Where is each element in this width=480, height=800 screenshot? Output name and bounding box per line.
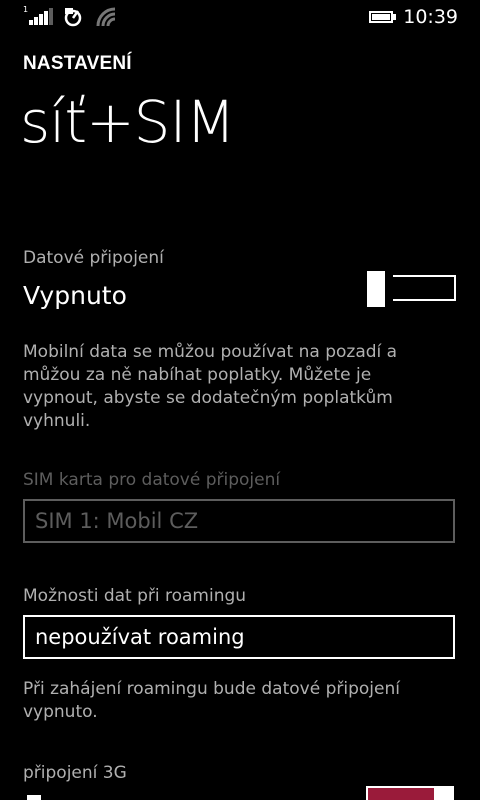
roaming-picker[interactable]: nepoužívat roaming xyxy=(23,615,455,659)
sim-number: 1 xyxy=(23,5,29,14)
toggle-track xyxy=(366,786,436,800)
sim-card-picker: SIM 1: Mobil CZ xyxy=(23,499,455,543)
status-bar: 1 10:39 xyxy=(0,0,480,34)
roaming-description: Při zahájení roamingu bude datové připoj… xyxy=(23,679,400,722)
data-connection-toggle[interactable] xyxy=(367,271,457,307)
settings-screen: 1 10:39 NASTAVENÍ síť+SIM Datové připoje… xyxy=(0,0,480,800)
connection-3g-value-hint xyxy=(27,795,41,800)
roaming-label: Možnosti dat při roamingu xyxy=(23,586,247,606)
connection-3g-label: připojení 3G xyxy=(23,763,127,783)
data-connection-description: Mobilní data se můžou používat na pozadí… xyxy=(23,342,398,431)
data-connection-icon xyxy=(62,6,86,28)
toggle-thumb xyxy=(367,271,385,307)
wifi-icon xyxy=(95,6,119,28)
battery-icon xyxy=(369,11,397,23)
data-connection-value: Vypnuto xyxy=(23,281,127,310)
toggle-thumb xyxy=(436,786,454,800)
page-title: síť+SIM xyxy=(20,88,236,156)
signal-icon: 1 xyxy=(23,5,53,27)
app-title: NASTAVENÍ xyxy=(23,53,132,74)
sim-card-label: SIM karta pro datové připojení xyxy=(23,470,281,490)
connection-3g-toggle[interactable] xyxy=(366,786,456,800)
clock: 10:39 xyxy=(403,6,458,28)
data-connection-label: Datové připojení xyxy=(23,248,164,268)
